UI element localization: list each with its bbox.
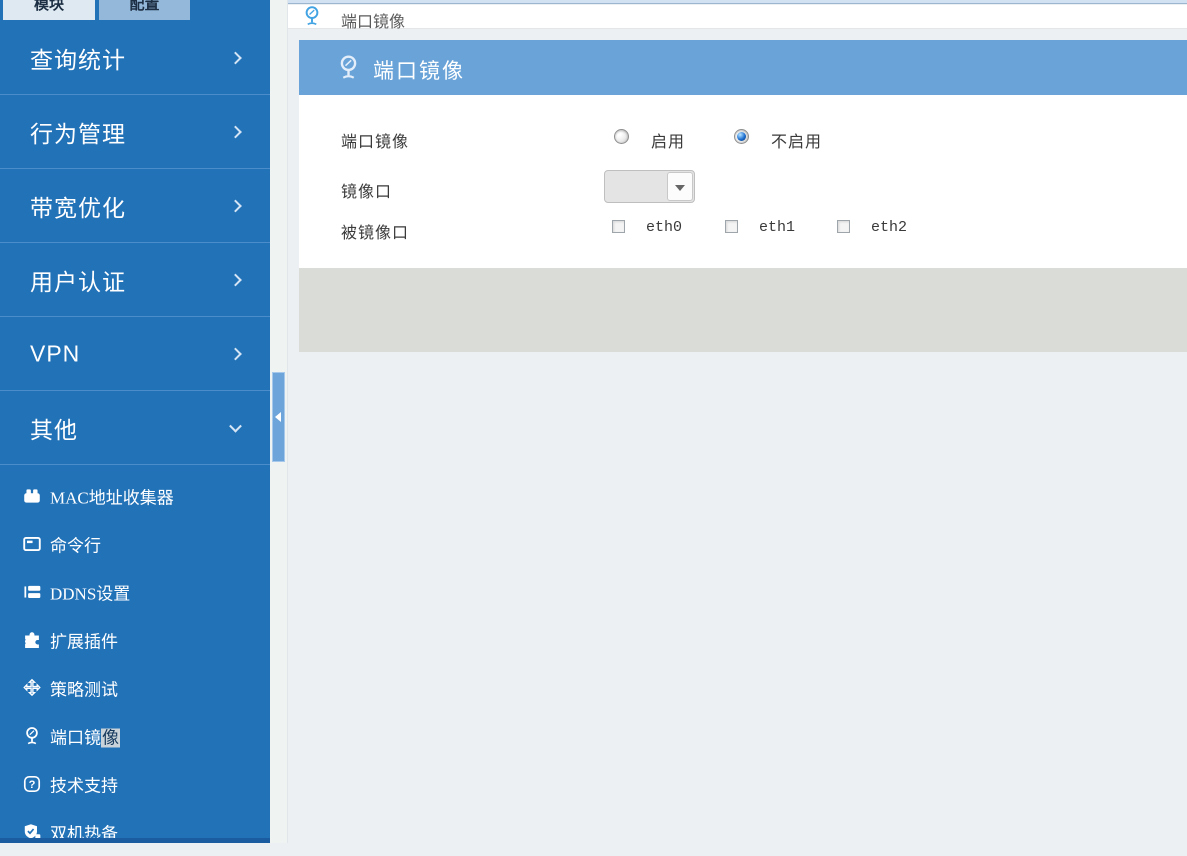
sidebar-item-bandwidth-opt[interactable]: 带宽优化 xyxy=(0,169,270,243)
checkbox-eth2-label: eth2 xyxy=(871,219,908,236)
sidebar-item-label: 带宽优化 xyxy=(30,194,126,221)
sidebar-subitem-label: MAC地址收集器 xyxy=(50,488,174,508)
radio-disable[interactable] xyxy=(734,129,749,144)
sidebar: 模块 配置 查询统计 行为管理 带宽优化 用户认证 VPN 其他 MAC地址收集… xyxy=(0,0,270,844)
checkbox-eth0[interactable] xyxy=(612,220,625,233)
mac-collector-icon xyxy=(22,486,42,506)
chevron-right-icon xyxy=(229,125,242,138)
breadcrumb-title: 端口镜像 xyxy=(341,14,406,31)
sidebar-submenu: MAC地址收集器 命令行 DDNS设置 扩展插件 策略测试 端口镜像 ? 技术支… xyxy=(0,472,270,856)
radio-enable[interactable] xyxy=(614,129,629,144)
port-mirror-panel: 端口镜像 端口镜像 启用 不启用 镜像口 被镜像口 eth0 eth1 eth2 xyxy=(299,40,1187,269)
sidebar-subitem-mac-collector[interactable]: MAC地址收集器 xyxy=(0,472,270,520)
mirror-port-label: 镜像口 xyxy=(341,184,393,201)
sidebar-subitem-label: 技术支持 xyxy=(50,776,118,796)
sidebar-subitem-port-mirror[interactable]: 端口镜像 xyxy=(0,712,270,760)
sidebar-item-user-auth[interactable]: 用户认证 xyxy=(0,243,270,317)
sidebar-item-other[interactable]: 其他 xyxy=(0,391,270,465)
sidebar-collapse-handle[interactable] xyxy=(272,372,285,462)
checkbox-eth2[interactable] xyxy=(837,220,850,233)
sidebar-item-query-stats[interactable]: 查询统计 xyxy=(0,21,270,95)
panel-header: 端口镜像 xyxy=(299,40,1187,95)
panel-body: 端口镜像 启用 不启用 镜像口 被镜像口 eth0 eth1 eth2 xyxy=(299,95,1187,269)
sidebar-subitem-label: 端口镜像 xyxy=(50,728,120,748)
terminal-icon xyxy=(22,534,42,554)
sidebar-subitem-plugins[interactable]: 扩展插件 xyxy=(0,616,270,664)
mirror-icon xyxy=(22,726,42,746)
checkbox-eth1[interactable] xyxy=(725,220,738,233)
mirror-icon xyxy=(301,5,323,27)
sidebar-tabs: 模块 配置 xyxy=(0,0,270,20)
chevron-right-icon xyxy=(229,347,242,360)
chevron-right-icon xyxy=(229,51,242,64)
sidebar-item-vpn[interactable]: VPN xyxy=(0,317,270,391)
mirror-port-select[interactable] xyxy=(604,170,695,203)
panel-title: 端口镜像 xyxy=(373,60,465,83)
mirrored-port-label: 被镜像口 xyxy=(341,225,410,242)
tab-config-label: 配置 xyxy=(129,0,160,13)
sidebar-menu: 查询统计 行为管理 带宽优化 用户认证 VPN 其他 xyxy=(0,21,270,465)
sidebar-item-label: 用户认证 xyxy=(30,268,126,295)
chevron-down-icon xyxy=(229,419,242,433)
sidebar-subitem-ha[interactable]: 双机热备 xyxy=(0,808,270,856)
plugin-icon xyxy=(22,630,42,650)
sidebar-subitem-label: 命令行 xyxy=(50,536,101,556)
mirror-icon xyxy=(335,54,362,81)
ddns-icon xyxy=(22,582,42,602)
chevron-right-icon xyxy=(229,273,242,286)
policy-test-icon xyxy=(22,678,42,698)
sidebar-subitem-policy-test[interactable]: 策略测试 xyxy=(0,664,270,712)
sidebar-item-label: 其他 xyxy=(30,416,78,443)
search-highlight: 像 xyxy=(101,728,120,748)
sidebar-item-label: 行为管理 xyxy=(30,120,126,147)
sidebar-subitem-label: DDNS设置 xyxy=(50,584,131,604)
sidebar-subitem-ddns[interactable]: DDNS设置 xyxy=(0,568,270,616)
sidebar-item-label: 查询统计 xyxy=(30,46,126,73)
breadcrumb: 端口镜像 xyxy=(288,5,1187,31)
select-arrow-button[interactable] xyxy=(667,172,693,201)
caret-down-icon xyxy=(675,185,685,191)
content-top-strip xyxy=(288,0,1187,4)
checkbox-eth0-label: eth0 xyxy=(646,219,683,236)
main-content: 端口镜像 端口镜像 端口镜像 启用 不启用 镜像口 被镜像口 eth0 eth1… xyxy=(287,0,1187,843)
tab-module-label: 模块 xyxy=(33,0,64,13)
radio-disable-label: 不启用 xyxy=(771,134,823,151)
sidebar-item-label: VPN xyxy=(30,340,81,366)
checkbox-eth1-label: eth1 xyxy=(759,219,796,236)
port-mirror-label: 端口镜像 xyxy=(341,134,410,151)
sidebar-bottom-strip xyxy=(0,838,270,843)
collapse-arrow-icon xyxy=(275,412,281,422)
sidebar-subitem-label: 扩展插件 xyxy=(50,632,118,652)
sidebar-subitem-label: 策略测试 xyxy=(50,680,118,700)
panel-footer-band xyxy=(299,268,1187,352)
sidebar-subitem-command-line[interactable]: 命令行 xyxy=(0,520,270,568)
chevron-right-icon xyxy=(229,199,242,212)
sidebar-item-behavior-mgmt[interactable]: 行为管理 xyxy=(0,95,270,169)
sidebar-subitem-tech-support[interactable]: ? 技术支持 xyxy=(0,760,270,808)
support-icon: ? xyxy=(22,774,42,794)
svg-text:?: ? xyxy=(29,779,36,791)
tab-module[interactable]: 模块 xyxy=(3,0,95,20)
tab-config[interactable]: 配置 xyxy=(99,0,190,20)
radio-enable-label: 启用 xyxy=(651,134,686,151)
